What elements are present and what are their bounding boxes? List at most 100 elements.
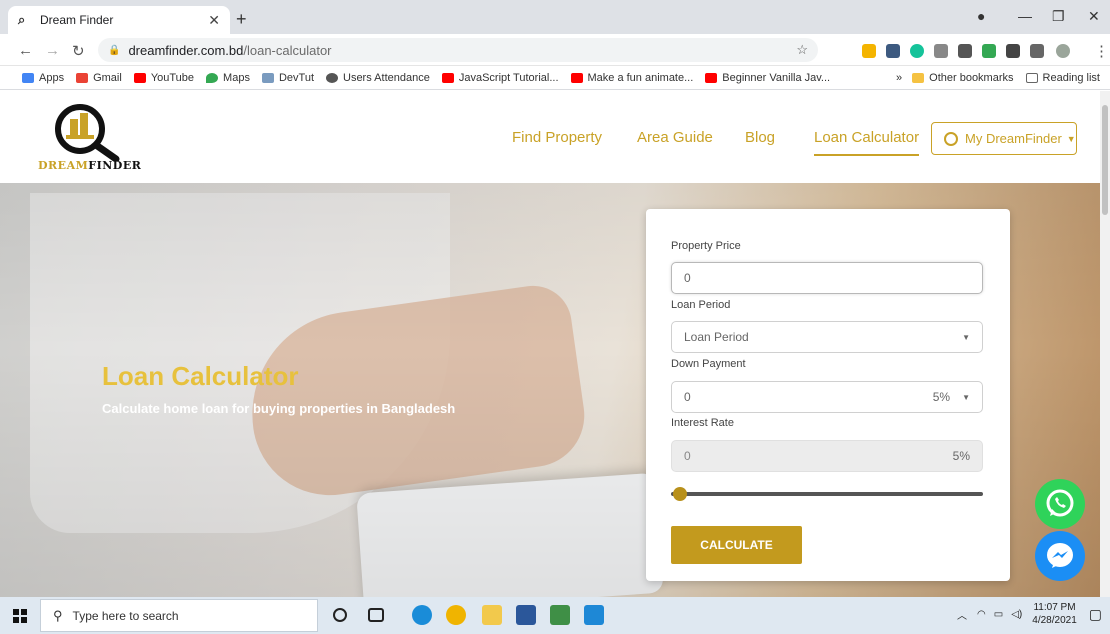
browser-menu-icon[interactable]: ⋮ (1094, 42, 1109, 60)
app-icon[interactable] (550, 605, 570, 625)
back-icon[interactable]: ← (18, 42, 33, 59)
down-payment-percent-select[interactable]: 5% (933, 390, 950, 404)
wifi-icon[interactable]: ◠ (977, 609, 986, 620)
file-explorer-icon[interactable] (482, 605, 502, 625)
bookmarks-overflow-button[interactable]: » (896, 72, 902, 84)
bookmark-fun-animate[interactable]: Make a fun animate... (570, 72, 693, 84)
windows-start-button[interactable] (0, 597, 40, 634)
loan-calculator-form: Property Price 0 Loan Period Loan Period… (646, 209, 1010, 581)
extension-hand-icon[interactable] (862, 44, 876, 58)
bookmark-apps[interactable]: Apps (22, 72, 64, 84)
site-logo[interactable]: DREAMFINDER (38, 101, 142, 173)
browser-tab-strip: ⌕ Dream Finder ✕ + ● — ❐ ✕ (0, 0, 1110, 34)
profile-avatar[interactable] (1056, 44, 1070, 58)
clock-date: 4/28/2021 (1032, 615, 1077, 626)
chevron-down-icon: ▼ (962, 392, 970, 402)
whatsapp-icon (1046, 489, 1074, 517)
chevron-up-icon[interactable]: ︿ (957, 607, 967, 622)
reload-icon[interactable]: ↻ (72, 42, 85, 60)
extension-react-icon[interactable] (886, 44, 900, 58)
user-circle-icon (944, 131, 958, 146)
extension-hub-icon[interactable] (958, 44, 972, 58)
chevron-down-icon: ▼ (962, 332, 970, 342)
bookmark-gmail[interactable]: Gmail (76, 72, 122, 84)
whatsapp-button[interactable] (1035, 479, 1085, 529)
bookmark-other[interactable]: Other bookmarks (912, 72, 1014, 84)
interest-rate-slider[interactable] (671, 487, 983, 501)
scrollbar-thumb[interactable] (1102, 105, 1108, 215)
site-favicon-icon: ⌕ (18, 12, 26, 27)
bookmarks-right-group: » Other bookmarks Reading list (896, 72, 1100, 84)
windows-logo-icon (13, 608, 27, 623)
reading-list-icon (1025, 73, 1038, 83)
restore-icon[interactable]: ❐ (1052, 8, 1065, 25)
logo-wordmark: DREAMFINDER (38, 159, 142, 172)
bookmark-star-icon[interactable]: ☆ (796, 42, 808, 58)
slider-track[interactable] (671, 492, 983, 496)
hero-subtitle: Calculate home loan for buying propertie… (102, 401, 456, 416)
chevron-down-icon: ▼ (1066, 133, 1076, 144)
messenger-button[interactable] (1035, 531, 1085, 581)
maps-pin-icon (206, 72, 219, 83)
magnifier-logo-icon (55, 104, 120, 163)
vscode-icon[interactable] (584, 605, 604, 625)
gmail-icon (76, 72, 89, 83)
bookmark-beginner-vanilla[interactable]: Beginner Vanilla Jav... (705, 72, 830, 84)
address-bar[interactable]: 🔒 dreamfinder.com.bd/loan-calculator ☆ (98, 38, 818, 62)
minimize-icon[interactable]: — (1018, 8, 1032, 24)
bookmark-maps[interactable]: Maps (206, 72, 250, 84)
bookmark-youtube[interactable]: YouTube (133, 72, 194, 84)
chrome-icon[interactable] (446, 605, 466, 625)
taskbar-clock[interactable]: 11:07 PM 4/28/2021 (1032, 601, 1077, 627)
youtube-icon (133, 72, 146, 83)
slider-thumb[interactable] (673, 487, 688, 501)
nav-loan-calculator[interactable]: Loan Calculator (814, 129, 920, 156)
loan-period-select[interactable]: Loan Period ▼ (671, 321, 983, 353)
bookmark-devtut[interactable]: DevTut (261, 72, 314, 84)
apps-grid-icon (22, 72, 34, 83)
media-control-icon[interactable] (1030, 44, 1044, 58)
browser-tab[interactable]: ⌕ Dream Finder ✕ (8, 6, 230, 34)
extension-camera-icon[interactable] (934, 44, 948, 58)
word-icon[interactable] (516, 605, 536, 625)
close-tab-icon[interactable]: ✕ (208, 12, 220, 29)
interest-rate-input[interactable]: 0 5% (671, 440, 983, 472)
cortana-icon[interactable] (333, 608, 347, 622)
window-close-icon[interactable]: ✕ (1088, 8, 1100, 25)
bookmark-users-attendance[interactable]: Users Attendance (326, 72, 430, 84)
task-view-icon[interactable] (368, 608, 384, 622)
site-header: DREAMFINDER Find Property Area Guide Blo… (0, 91, 1100, 183)
reading-list-button[interactable]: Reading list (1025, 72, 1100, 84)
notifications-icon[interactable]: ▢ (1089, 606, 1102, 623)
profile-icon[interactable]: ● (977, 8, 985, 24)
page-scrollbar[interactable] (1100, 91, 1110, 597)
hero-title: Loan Calculator (102, 361, 299, 391)
address-toolbar: ← → ↻ 🔒 dreamfinder.com.bd/loan-calculat… (0, 34, 1110, 66)
url-host: dreamfinder.com.bd (128, 42, 244, 58)
youtube-icon (441, 72, 454, 83)
new-tab-icon[interactable]: + (236, 9, 247, 30)
extensions-puzzle-icon[interactable] (1006, 44, 1020, 58)
calculate-button[interactable]: CALCULATE (671, 526, 802, 564)
youtube-icon (570, 72, 583, 83)
windows-taskbar: ⚲ Type here to search ︿ ◠ ▭ ◁) 11:07 PM … (0, 597, 1110, 634)
clock-time: 11:07 PM (1033, 602, 1076, 613)
down-payment-input[interactable]: 0 5% ▼ (671, 381, 983, 413)
extension-grammarly-icon[interactable] (910, 44, 924, 58)
nav-find-property[interactable]: Find Property (512, 129, 602, 146)
messenger-icon (1047, 543, 1073, 568)
url-path: /loan-calculator (243, 42, 332, 58)
nav-blog[interactable]: Blog (745, 129, 775, 146)
property-price-input[interactable]: 0 (671, 262, 983, 294)
edge-icon[interactable] (412, 605, 432, 625)
folder-icon (912, 73, 925, 83)
volume-icon[interactable]: ◁) (1011, 609, 1022, 620)
taskbar-search-box[interactable]: ⚲ Type here to search (40, 599, 318, 632)
forward-icon[interactable]: → (45, 42, 60, 59)
battery-icon[interactable]: ▭ (994, 609, 1003, 620)
my-dreamfinder-button[interactable]: My DreamFinder ▼ (931, 122, 1077, 155)
extension-shield-icon[interactable] (982, 44, 996, 58)
bookmark-javascript-tutorial[interactable]: JavaScript Tutorial... (441, 72, 559, 84)
nav-area-guide[interactable]: Area Guide (637, 129, 713, 146)
my-dreamfinder-label: My DreamFinder (965, 131, 1062, 146)
